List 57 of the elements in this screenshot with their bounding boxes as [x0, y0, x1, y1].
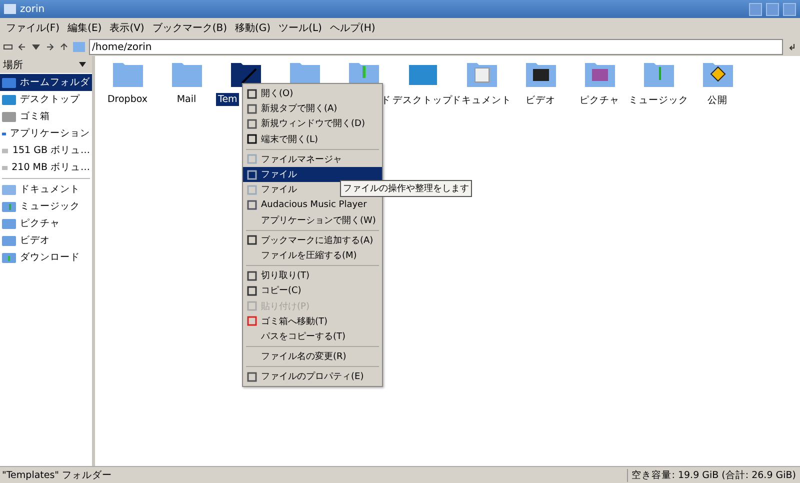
menu-item[interactable]: 切り取り(T) — [243, 268, 382, 284]
file-name[interactable]: Mail — [174, 93, 198, 106]
sidebar-item[interactable]: ドキュメント — [0, 181, 92, 198]
menu-item[interactable]: ファイルを圧縮する(M) — [243, 248, 382, 264]
file-name[interactable]: ド — [379, 93, 393, 108]
menu-item[interactable]: ファイルマネージャ — [243, 152, 382, 167]
desktop-icon — [2, 94, 16, 106]
menu-item[interactable]: パスをコピーする(T) — [243, 328, 382, 344]
menu-item[interactable]: ファイル名の変更(R) — [243, 349, 382, 364]
sidebar-item[interactable]: ダウンロード — [0, 249, 92, 266]
file-name[interactable]: ミュージック — [626, 93, 690, 108]
menu-item[interactable]: 表示(V) — [106, 21, 148, 35]
sidebar-item[interactable]: 210 MB ボリュ… — [0, 159, 92, 176]
menu-item[interactable]: ツール(L) — [274, 21, 326, 35]
menu-item[interactable]: 編集(E) — [64, 21, 106, 35]
file-name[interactable]: 公開 — [706, 93, 730, 108]
sidebar-item[interactable]: ミュージック — [0, 198, 92, 215]
sidebar-item[interactable]: アプリケーション — [0, 125, 92, 142]
free-space-text: 空き容量: 19.9 GiB (合計: 26.9 GiB) — [626, 468, 800, 482]
file-name[interactable]: ピクチャ — [578, 93, 622, 108]
sidebar-item[interactable]: ホームフォルダ — [0, 74, 92, 91]
menu-item[interactable]: 新規ウィンドウで開く(D) — [243, 116, 382, 132]
caret-icon[interactable] — [31, 42, 41, 52]
sidebar-item[interactable]: ビデオ — [0, 232, 92, 249]
file-name[interactable]: Tem — [216, 93, 240, 106]
places-header[interactable]: 場所 — [0, 56, 92, 73]
menu-item[interactable]: ブックマーク(B) — [148, 21, 232, 35]
forward-arrow-icon[interactable] — [45, 42, 55, 52]
sidebar-item[interactable]: ピクチャ — [0, 215, 92, 232]
menu-item[interactable]: ヘルプ(H) — [326, 21, 380, 35]
back-arrow-icon[interactable] — [17, 42, 27, 52]
menu-item[interactable]: 端末で開く(L) — [243, 132, 382, 147]
up-arrow-icon[interactable] — [59, 42, 69, 52]
caret-icon[interactable] — [79, 62, 86, 67]
menu-item[interactable]: コピー(C) — [243, 283, 382, 298]
menu-item[interactable]: 新規タブで開く(A) — [243, 101, 382, 116]
menu-item[interactable]: アプリケーションで開く(W) — [243, 212, 382, 228]
menu-item[interactable]: ファイル(F) — [2, 21, 64, 35]
sidebar-item[interactable]: 151 GB ボリュ… — [0, 142, 92, 159]
file-name[interactable]: Dropbox — [105, 93, 150, 106]
menu-item[interactable]: ブックマークに追加する(A) — [243, 232, 382, 248]
menu-item[interactable]: Audacious Music Player — [243, 197, 382, 212]
location-field[interactable]: /home/zorin — [89, 39, 783, 55]
tooltip: ファイルの操作や整理をします — [340, 180, 472, 197]
menu-item[interactable]: 開く(O) — [243, 86, 382, 102]
pane-icon[interactable] — [3, 42, 13, 52]
menu-item[interactable]: ファイルのプロパティ(E) — [243, 369, 382, 384]
enter-icon[interactable] — [787, 42, 797, 52]
menu-item[interactable]: ゴミ箱へ移動(T) — [243, 314, 382, 329]
menu-item[interactable]: ファイル — [243, 166, 382, 182]
file-name[interactable]: デスクトップ — [390, 93, 454, 108]
file-name[interactable]: ビデオ — [524, 93, 558, 108]
menu-item[interactable]: 移動(G) — [231, 21, 275, 35]
window-title: zorin — [20, 4, 46, 14]
status-text: "Templates" フォルダー — [1, 468, 114, 482]
sidebar-item[interactable]: デスクトップ — [0, 91, 92, 108]
sidebar-item[interactable]: ゴミ箱 — [0, 108, 92, 125]
